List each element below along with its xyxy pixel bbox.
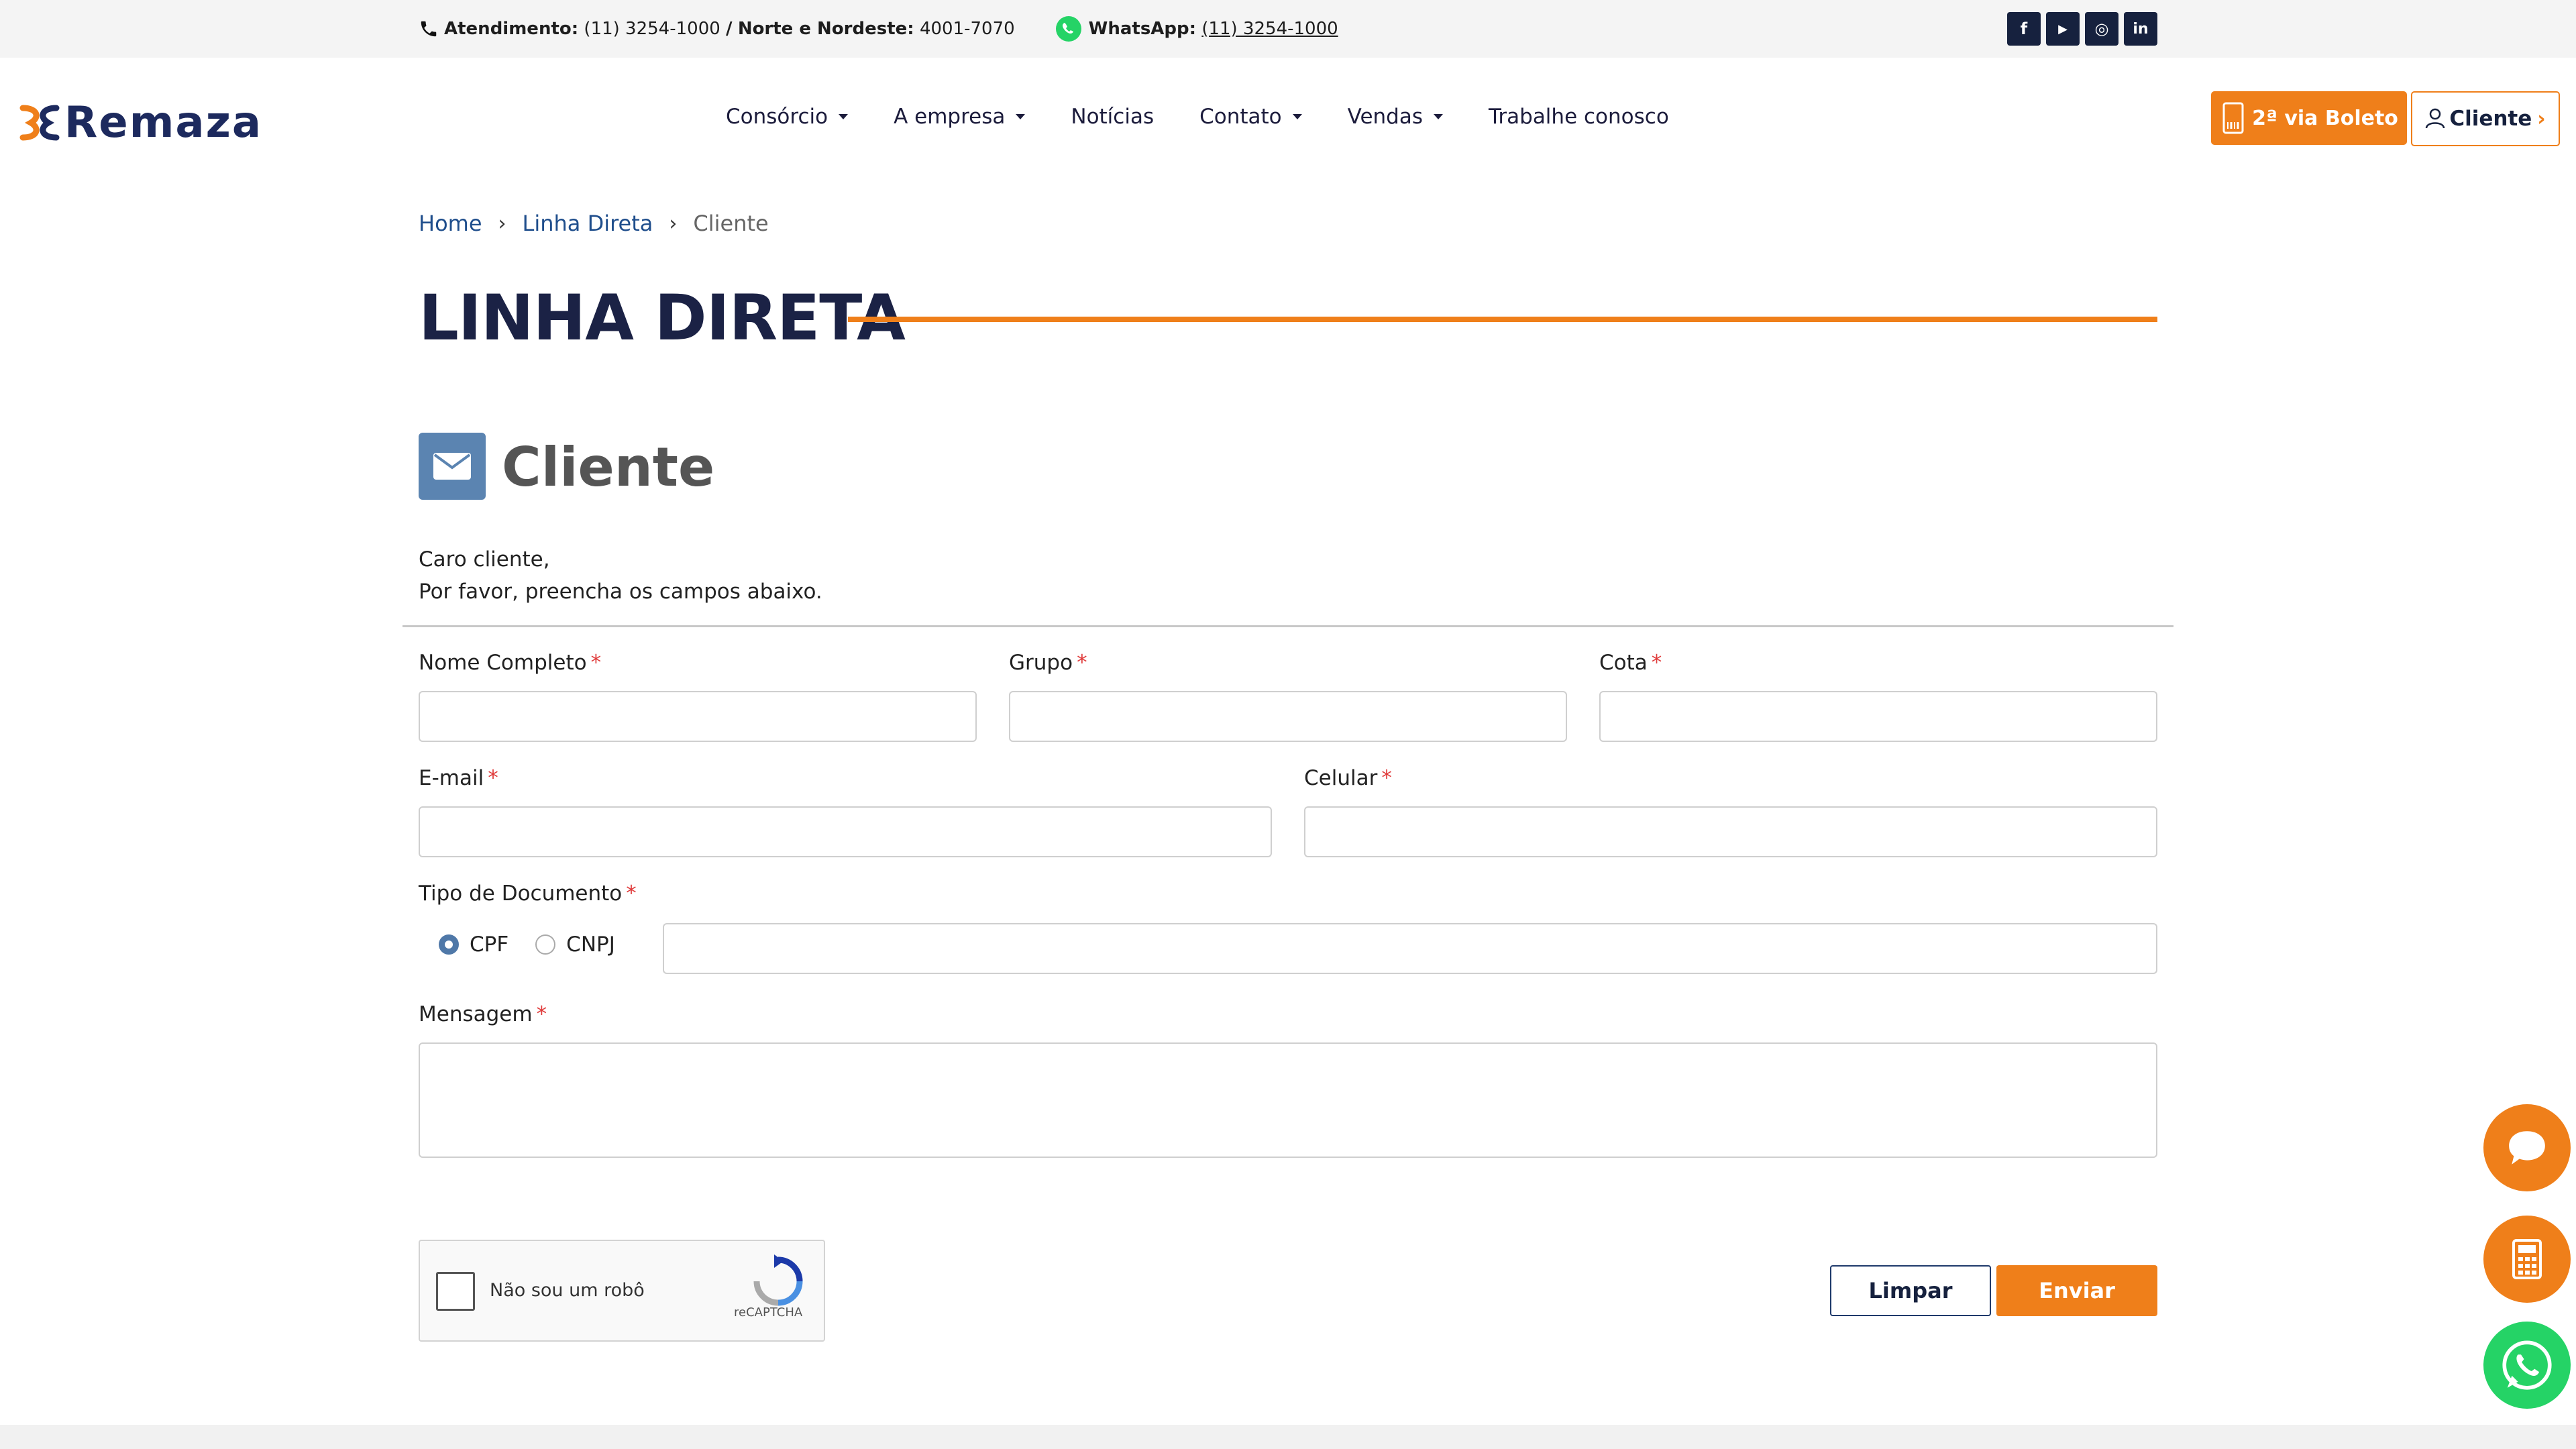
page-title: LINHA DIRETA <box>419 282 906 355</box>
chevron-down-icon <box>1292 114 1302 119</box>
footer-strip <box>0 1425 2576 1449</box>
nordeste-label: Norte e Nordeste: <box>737 19 914 39</box>
intro-line-2: Por favor, preencha os campos abaixo. <box>419 580 822 604</box>
radio-checked-icon <box>439 934 459 955</box>
whatsapp-number[interactable]: (11) 3254-1000 <box>1201 19 1338 39</box>
required-mark: * <box>1381 766 1392 790</box>
contact-info: Atendimento: (11) 3254-1000 / Norte e No… <box>419 16 1338 42</box>
grupo-label: Grupo * <box>1009 651 1087 675</box>
chevron-down-icon <box>1434 114 1444 119</box>
chat-bubble-icon <box>2509 1131 2545 1165</box>
whatsapp-icon <box>2502 1340 2552 1390</box>
mensagem-label: Mensagem * <box>419 1002 547 1026</box>
nome-input[interactable] <box>419 691 977 742</box>
required-mark: * <box>488 766 498 790</box>
atendimento-number[interactable]: (11) 3254-1000 <box>584 19 720 39</box>
boleto-label: 2ª via Boleto <box>2252 106 2398 130</box>
nav-contato[interactable]: Contato <box>1199 105 1302 129</box>
radio-cnpj[interactable]: CNPJ <box>535 932 615 957</box>
radio-cpf[interactable]: CPF <box>439 932 508 957</box>
phone-icon <box>419 19 439 39</box>
facebook-icon[interactable]: f <box>2007 12 2041 46</box>
chevron-right-icon: › <box>2537 107 2546 131</box>
intro-text: Caro cliente, Por favor, preencha os cam… <box>419 543 822 608</box>
logo-mark-icon <box>19 105 60 141</box>
instagram-icon[interactable]: ◎ <box>2085 12 2118 46</box>
separator: / <box>726 19 733 39</box>
calculator-icon <box>2512 1239 2542 1279</box>
intro-line-1: Caro cliente, <box>419 547 550 572</box>
nome-label: Nome Completo * <box>419 651 602 675</box>
cliente-label: Cliente <box>2449 107 2532 131</box>
whatsapp-label: WhatsApp: <box>1088 19 1197 39</box>
recaptcha-label: Não sou um robô <box>490 1280 645 1301</box>
required-mark: * <box>590 651 602 675</box>
chat-button[interactable] <box>2483 1104 2571 1191</box>
nordeste-number[interactable]: 4001-7070 <box>920 19 1015 39</box>
nav-consorcio[interactable]: Consórcio <box>726 105 849 129</box>
celular-label: Celular * <box>1304 766 1392 790</box>
chevron-down-icon <box>839 114 849 119</box>
recaptcha-widget: Não sou um robô reCAPTCHA <box>419 1240 825 1342</box>
boleto-button[interactable]: 2ª via Boleto <box>2211 91 2407 145</box>
envelope-icon <box>419 433 486 500</box>
required-mark: * <box>626 881 637 906</box>
user-icon <box>2426 108 2445 129</box>
chevron-right-icon: › <box>498 211 506 235</box>
whatsapp-icon <box>1055 15 1082 42</box>
enviar-button[interactable]: Enviar <box>1996 1265 2157 1316</box>
nav-a-empresa[interactable]: A empresa <box>894 105 1026 129</box>
whatsapp-float-button[interactable] <box>2483 1322 2571 1409</box>
title-underline <box>848 317 2157 322</box>
linkedin-icon[interactable]: in <box>2124 12 2157 46</box>
cota-label: Cota * <box>1599 651 1662 675</box>
nav-trabalhe-conosco[interactable]: Trabalhe conosco <box>1489 105 1669 129</box>
tipo-documento-label: Tipo de Documento * <box>419 881 637 906</box>
breadcrumb-linha-direta[interactable]: Linha Direta <box>523 211 653 236</box>
divider <box>402 625 2174 627</box>
logo-text: Remaza <box>64 98 262 148</box>
documento-input[interactable] <box>663 923 2157 974</box>
site-header: Remaza Consórcio A empresa Notícias Cont… <box>0 58 2576 178</box>
whatsapp-contact[interactable]: WhatsApp: (11) 3254-1000 <box>1055 15 1338 42</box>
calculator-button[interactable] <box>2483 1216 2571 1303</box>
atendimento-label: Atendimento: <box>444 19 579 39</box>
section-title: Cliente <box>502 436 715 498</box>
nav-noticias[interactable]: Notícias <box>1071 105 1154 129</box>
required-mark: * <box>536 1002 547 1026</box>
required-mark: * <box>1077 651 1087 675</box>
grupo-input[interactable] <box>1009 691 1567 742</box>
recaptcha-brand: reCAPTCHA <box>734 1305 803 1320</box>
main-nav: Consórcio A empresa Notícias Contato Ven… <box>726 105 1715 129</box>
youtube-icon[interactable]: ▶ <box>2046 12 2080 46</box>
tipo-documento-radio-group: CPF CNPJ <box>439 932 642 957</box>
breadcrumb-home[interactable]: Home <box>419 211 482 236</box>
top-bar: Atendimento: (11) 3254-1000 / Norte e No… <box>0 0 2576 58</box>
limpar-button[interactable]: Limpar <box>1830 1265 1991 1316</box>
recaptcha-checkbox[interactable] <box>436 1272 475 1311</box>
breadcrumb: Home › Linha Direta › Cliente <box>419 211 769 236</box>
cliente-button[interactable]: Cliente › <box>2411 91 2560 146</box>
chevron-down-icon <box>1016 114 1026 119</box>
boleto-icon <box>2222 102 2244 134</box>
logo[interactable]: Remaza <box>17 98 262 148</box>
recaptcha-logo-icon <box>753 1254 803 1306</box>
social-links: f ▶ ◎ in <box>2007 12 2157 46</box>
celular-input[interactable] <box>1304 806 2157 857</box>
cota-input[interactable] <box>1599 691 2157 742</box>
email-label: E-mail * <box>419 766 498 790</box>
radio-unchecked-icon <box>535 934 556 955</box>
breadcrumb-current: Cliente <box>693 211 769 236</box>
nav-vendas[interactable]: Vendas <box>1348 105 1444 129</box>
required-mark: * <box>1651 651 1662 675</box>
chevron-right-icon: › <box>669 211 678 235</box>
email-input[interactable] <box>419 806 1272 857</box>
mensagem-textarea[interactable] <box>419 1042 2157 1158</box>
